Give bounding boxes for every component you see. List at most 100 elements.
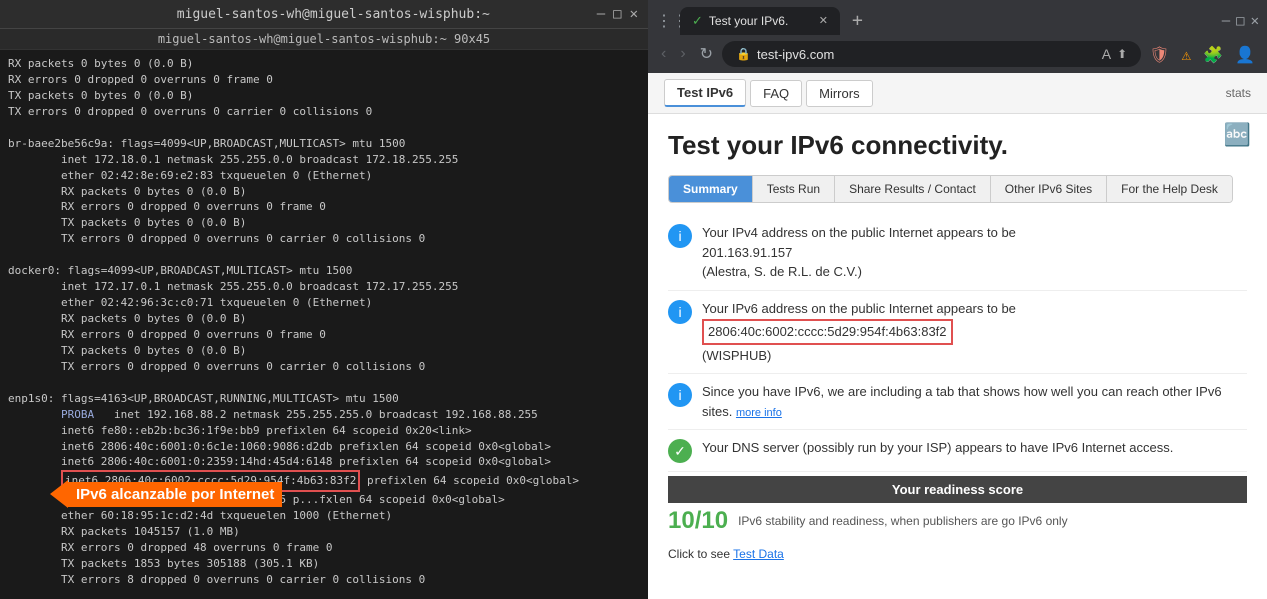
test-data-row: Click to see Test Data — [668, 547, 1247, 561]
readiness-banner: Your readiness score — [668, 476, 1247, 503]
readiness-row: 10/10 IPv6 stability and readiness, when… — [668, 503, 1247, 539]
dns-text: Your DNS server (possibly run by your IS… — [702, 440, 1173, 455]
close-icon[interactable]: ✕ — [630, 6, 638, 22]
ipv6-annotation: IPv6 alcanzable por Internet — [50, 480, 282, 508]
tab-favicon-icon: ✓ — [692, 13, 703, 29]
browser-extensions: 🛡 ⚠ 🧩 👤 — [1145, 43, 1259, 66]
terminal-line: TX packets 0 bytes 0 (0.0 B) — [8, 88, 640, 104]
terminal-line: TX errors 0 dropped 0 overruns 0 carrier… — [8, 104, 640, 120]
info-item-ipv6-tab: i Since you have IPv6, we are including … — [668, 374, 1247, 430]
terminal-line: inet 172.18.0.1 netmask 255.255.0.0 broa… — [8, 152, 640, 168]
terminal-line: TX packets 1853 bytes 305188 (305.1 KB) — [8, 556, 640, 572]
minimize-browser-icon[interactable]: – — [1222, 13, 1230, 29]
forward-button[interactable]: › — [675, 43, 690, 65]
browser-tab-active[interactable]: ✓ Test your IPv6. ✕ — [680, 7, 840, 35]
warning-icon: ⚠ — [1178, 43, 1196, 66]
terminal-line: br-baee2be56c9a: flags=4099<UP,BROADCAST… — [8, 136, 640, 152]
info-item-ipv6: i Your IPv6 address on the public Intern… — [668, 291, 1247, 375]
page-title: Test your IPv6 connectivity. — [668, 130, 1247, 161]
info-item-dns: ✓ Your DNS server (possibly run by your … — [668, 430, 1247, 472]
share-icon[interactable]: ⬆ — [1117, 47, 1127, 61]
info-items-list: i Your IPv4 address on the public Intern… — [668, 215, 1247, 472]
terminal-line: RX errors 0 dropped 48 overruns 0 frame … — [8, 540, 640, 556]
terminal-line: inet 172.17.0.1 netmask 255.255.0.0 broa… — [8, 279, 640, 295]
terminal-line: RX errors 0 dropped 0 overruns 0 frame 0 — [8, 72, 640, 88]
webpage-content: Test IPv6 FAQ Mirrors stats 🔤 Test your … — [648, 73, 1267, 599]
terminal-line: TX errors 0 dropped 0 overruns 0 carrier… — [8, 359, 640, 375]
content-tabs: Summary Tests Run Share Results / Contac… — [668, 175, 1233, 203]
profile-icon[interactable]: 👤 — [1231, 43, 1259, 66]
readiness-score: 10/10 — [668, 507, 728, 535]
terminal-line: docker0: flags=4099<UP,BROADCAST,MULTICA… — [8, 263, 640, 279]
info-text-tab: Since you have IPv6, we are including a … — [702, 382, 1247, 421]
brave-icon[interactable]: 🛡 — [1145, 43, 1173, 66]
address-bar[interactable]: 🔒 test-ipv6.com A ⬆ — [722, 41, 1141, 67]
terminal-line: inet6 2806:40c:6001:0:6c1e:1060:9086:d2d… — [8, 439, 640, 455]
browser-navbar: ‹ › ↻ 🔒 test-ipv6.com A ⬆ 🛡 ⚠ 🧩 👤 — [648, 35, 1267, 73]
terminal-line: ether 02:42:96:3c:c0:71 txqueuelen 0 (Et… — [8, 295, 640, 311]
extension-puzzle-icon[interactable]: 🧩 — [1199, 43, 1227, 66]
terminal-line: RX packets 0 bytes 0 (0.0 B) — [8, 184, 640, 200]
terminal-panel: miguel-santos-wh@miguel-santos-wisphub:~… — [0, 0, 648, 599]
terminal-line: ether 60:18:95:1c:d2:4d txqueuelen 1000 … — [8, 508, 640, 524]
translate-icon[interactable]: 🔤 — [1224, 122, 1251, 148]
tab-help-desk[interactable]: For the Help Desk — [1107, 176, 1232, 202]
annotation-text: IPv6 alcanzable por Internet — [68, 482, 282, 507]
browser-chrome: ⋮⋮ ✓ Test your IPv6. ✕ + – □ ✕ ‹ › ↻ 🔒 t… — [648, 0, 1267, 73]
browser-panel: ⋮⋮ ✓ Test your IPv6. ✕ + – □ ✕ ‹ › ↻ 🔒 t… — [648, 0, 1267, 599]
maximize-browser-icon[interactable]: □ — [1236, 13, 1244, 29]
more-info-link[interactable]: more info — [736, 407, 782, 419]
ipv6-intro: Your IPv6 address on the public Internet… — [702, 301, 1016, 316]
test-data-link[interactable]: Test Data — [733, 547, 784, 561]
terminal-line: TX packets 0 bytes 0 (0.0 B) — [8, 215, 640, 231]
lock-icon: 🔒 — [736, 47, 751, 61]
info-text-ipv6: Your IPv6 address on the public Internet… — [702, 299, 1247, 366]
translate-lang-icon[interactable]: A — [1102, 46, 1111, 62]
close-browser-icon[interactable]: ✕ — [1251, 13, 1259, 29]
reload-button[interactable]: ↻ — [695, 42, 718, 66]
site-tab-faq[interactable]: FAQ — [750, 80, 802, 107]
info-item-ipv4: i Your IPv4 address on the public Intern… — [668, 215, 1247, 291]
tab-other-sites[interactable]: Other IPv6 Sites — [991, 176, 1107, 202]
ipv4-address: 201.163.91.157 — [702, 245, 792, 260]
terminal-line: RX packets 0 bytes 0 (0.0 B) — [8, 311, 640, 327]
maximize-icon[interactable]: □ — [613, 6, 621, 22]
terminal-line: RX packets 1045157 (1.0 MB) — [8, 524, 640, 540]
ipv6-isp: (WISPHUB) — [702, 348, 771, 363]
site-tab-test-ipv6[interactable]: Test IPv6 — [664, 79, 746, 107]
site-tab-mirrors[interactable]: Mirrors — [806, 80, 872, 107]
terminal-line: TX packets 0 bytes 0 (0.0 B) — [8, 343, 640, 359]
test-data-prefix: Click to see — [668, 547, 733, 561]
terminal-subtitle: miguel-santos-wh@miguel-santos-wisphub:~… — [0, 29, 648, 50]
tab-label: Test your IPv6. — [709, 14, 788, 28]
tab-tests-run[interactable]: Tests Run — [753, 176, 835, 202]
site-navigation: Test IPv6 FAQ Mirrors stats — [648, 73, 1267, 114]
terminal-line: inet6 fe80::eb2b:bc36:1f9e:bb9 prefixlen… — [8, 423, 640, 439]
terminal-titlebar: miguel-santos-wh@miguel-santos-wisphub:~… — [0, 0, 648, 29]
terminal-line: PROBA inet 192.168.88.2 netmask 255.255.… — [8, 407, 640, 423]
stats-link[interactable]: stats — [1226, 86, 1251, 100]
new-tab-button[interactable]: + — [844, 6, 871, 35]
ipv4-intro: Your IPv4 address on the public Internet… — [702, 225, 1016, 240]
tab-close-icon[interactable]: ✕ — [819, 14, 828, 27]
terminal-line: RX errors 0 dropped 0 overruns 0 frame 0 — [8, 199, 640, 215]
info-icon-tab: i — [668, 383, 692, 407]
info-icon-dns: ✓ — [668, 439, 692, 463]
terminal-line: RX errors 0 dropped 0 overruns 0 frame 0 — [8, 327, 640, 343]
tab-share-results[interactable]: Share Results / Contact — [835, 176, 991, 202]
info-text-dns: Your DNS server (possibly run by your IS… — [702, 438, 1247, 458]
page-main-content: 🔤 Test your IPv6 connectivity. Summary T… — [648, 114, 1267, 599]
minimize-icon[interactable]: – — [597, 6, 605, 22]
info-icon-ipv4: i — [668, 224, 692, 248]
terminal-title: miguel-santos-wh@miguel-santos-wisphub:~ — [70, 7, 597, 22]
terminal-controls[interactable]: – □ ✕ — [597, 6, 638, 22]
info-icon-ipv6: i — [668, 300, 692, 324]
ipv6-address-box: 2806:40c:6002:cccc:5d29:954f:4b63:83f2 — [702, 319, 953, 345]
terminal-line: enp1s0: flags=4163<UP,BROADCAST,RUNNING,… — [8, 391, 640, 407]
terminal-body: RX packets 0 bytes 0 (0.0 B) RX errors 0… — [0, 50, 648, 599]
back-button[interactable]: ‹ — [656, 43, 671, 65]
terminal-line: RX packets 0 bytes 0 (0.0 B) — [8, 56, 640, 72]
tab-summary[interactable]: Summary — [669, 176, 753, 202]
terminal-line: inet6 2806:40c:6001:0:2359:14hd:45d4:614… — [8, 454, 640, 470]
terminal-line: ether 02:42:8e:69:e2:83 txqueuelen 0 (Et… — [8, 168, 640, 184]
